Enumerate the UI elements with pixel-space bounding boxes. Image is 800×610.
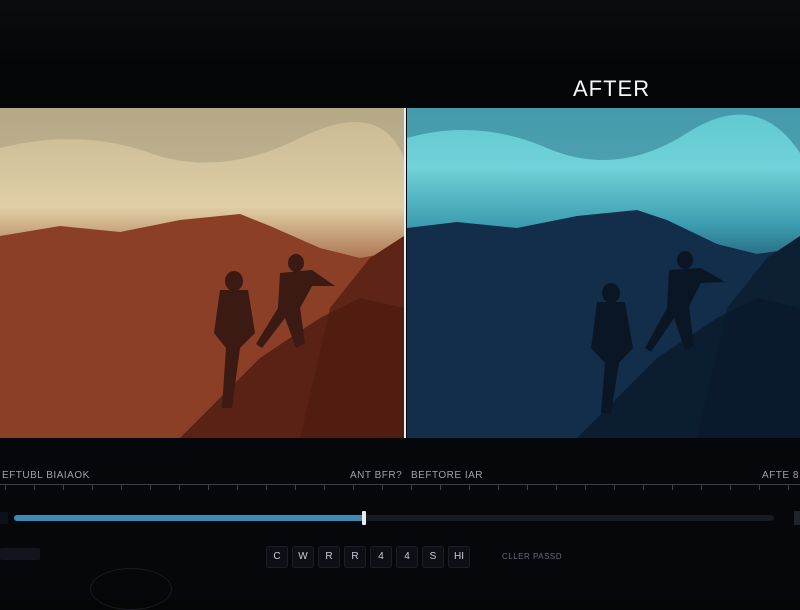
timeline-track[interactable] — [14, 515, 774, 521]
ruler-tick — [759, 485, 760, 490]
top-bar — [0, 0, 800, 60]
split-divider-handle[interactable] — [404, 108, 406, 488]
ruler-tick — [382, 485, 383, 490]
timeline-progress — [14, 515, 364, 521]
comparison-viewer[interactable] — [0, 108, 800, 438]
ruler-tick — [440, 485, 441, 490]
control-button-6[interactable]: S — [422, 546, 444, 568]
ruler-tick — [788, 485, 789, 490]
ruler-tick — [672, 485, 673, 490]
ruler-tick — [92, 485, 93, 490]
ruler-tick — [614, 485, 615, 490]
control-button-2[interactable]: R — [318, 546, 340, 568]
jog-wheel[interactable] — [90, 568, 172, 610]
ruler-tick — [469, 485, 470, 490]
before-pane-label: EFTUBL BIAIAOK — [2, 470, 90, 481]
header-after-label: AFTER — [573, 76, 651, 101]
control-button-7[interactable]: HI — [448, 546, 470, 568]
before-scene-image — [0, 108, 404, 438]
left-control-pill[interactable] — [0, 548, 40, 560]
ruler-tick — [179, 485, 180, 490]
control-button-4[interactable]: 4 — [370, 546, 392, 568]
timeline-ruler — [0, 484, 800, 499]
ruler-tick — [5, 485, 6, 490]
control-button-3[interactable]: R — [344, 546, 366, 568]
playhead-handle[interactable] — [361, 511, 366, 525]
ruler-tick — [208, 485, 209, 490]
before-preview — [0, 108, 404, 438]
ruler-tick — [643, 485, 644, 490]
playback-controls: C W R R 4 4 S HI — [266, 546, 470, 568]
after-preview — [407, 108, 800, 438]
ruler-tick — [353, 485, 354, 490]
status-text: CLLER PASSD — [502, 552, 563, 561]
ruler-tick — [585, 485, 586, 490]
ruler-tick — [121, 485, 122, 490]
ruler-tick — [266, 485, 267, 490]
control-button-5[interactable]: 4 — [396, 546, 418, 568]
after-pane-label: BEFTORE IAR — [411, 470, 483, 481]
timeline-scrubber[interactable] — [0, 510, 800, 528]
ruler-tick — [150, 485, 151, 490]
control-button-1[interactable]: W — [292, 546, 314, 568]
ruler-tick — [411, 485, 412, 490]
ruler-tick — [701, 485, 702, 490]
before-pane-info: ANT BFR? — [350, 470, 403, 481]
ruler-tick — [730, 485, 731, 490]
ruler-tick — [237, 485, 238, 490]
ruler-tick — [63, 485, 64, 490]
ruler-tick — [34, 485, 35, 490]
scroll-left-handle[interactable] — [0, 512, 8, 524]
control-button-0[interactable]: C — [266, 546, 288, 568]
scroll-right-handle[interactable] — [794, 511, 800, 525]
ruler-tick — [295, 485, 296, 490]
ruler-tick — [556, 485, 557, 490]
ruler-tick — [498, 485, 499, 490]
after-scene-image — [407, 108, 800, 438]
ruler-tick — [324, 485, 325, 490]
after-pane-info: AFTE 8 — [762, 470, 799, 481]
ruler-tick — [527, 485, 528, 490]
